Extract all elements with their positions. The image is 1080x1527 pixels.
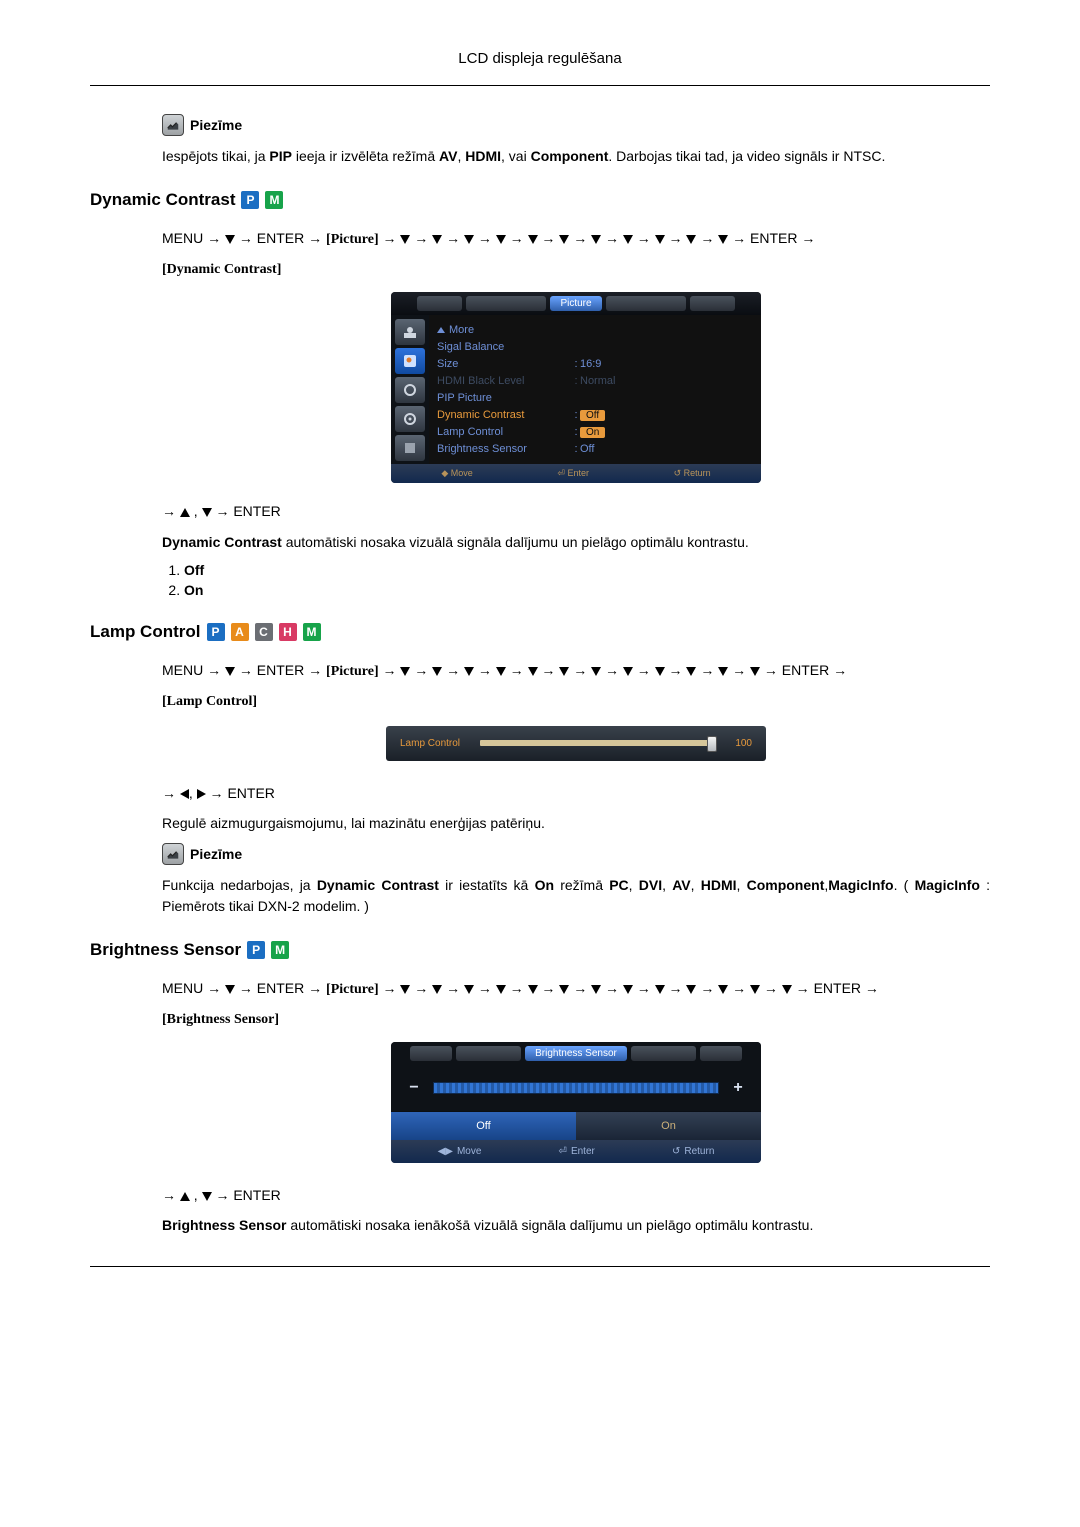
osd-side-icon	[395, 377, 425, 403]
nav-path-brightness-sensor: MENUENTER[Picture]ENTER [Brightness Sens…	[162, 974, 990, 1034]
osd-row: Size:16:9	[437, 355, 751, 372]
badge-m-icon: M	[265, 191, 283, 209]
note-label: Piezīme	[190, 846, 242, 862]
bs-title: Brightness Sensor	[525, 1046, 627, 1061]
dynamic-contrast-desc: Dynamic Contrast automātiski nosaka vizu…	[162, 532, 990, 552]
post-nav-dynamic-contrast: → , → ENTER	[162, 501, 990, 521]
badge-a-icon: A	[231, 623, 249, 641]
heading-brightness-sensor: Brightness Sensor P M	[90, 940, 990, 960]
bs-button-on: On	[576, 1111, 761, 1140]
badge-p-icon: P	[207, 623, 225, 641]
lamp-control-desc: Regulē aizmugurgaismojumu, lai mazinātu …	[162, 813, 990, 833]
post-nav-brightness-sensor: → , → ENTER	[162, 1185, 990, 1205]
post-nav-lamp-control: → , → ENTER	[162, 783, 990, 803]
lamp-control-note: Funkcija nedarbojas, ja Dynamic Contrast…	[162, 875, 990, 916]
lamp-slider-value: 100	[724, 738, 752, 749]
bs-plus-icon: +	[729, 1079, 747, 1097]
badge-c-icon: C	[255, 623, 273, 641]
osd-row: Brightness Sensor:Off	[437, 440, 751, 457]
osd-side-icon	[395, 435, 425, 461]
osd-row: Sigal Balance	[437, 338, 751, 355]
lamp-slider-thumb	[707, 736, 717, 752]
osd-more: More	[437, 321, 751, 338]
lamp-slider-track	[480, 740, 714, 746]
bs-slider-track	[433, 1082, 719, 1094]
nav-path-lamp-control: MENUENTER[Picture]ENTER [Lamp Control]	[162, 656, 990, 716]
nav-path-dynamic-contrast: MENUENTER[Picture]ENTER [Dynamic Contras…	[162, 224, 990, 284]
heading-dynamic-contrast: Dynamic Contrast P M	[90, 190, 990, 210]
osd-tab-picture: Picture	[550, 296, 601, 311]
badge-p-icon: P	[247, 941, 265, 959]
osd-row: HDMI Black Level:Normal	[437, 372, 751, 389]
intro-note-text: Iespējots tikai, ja PIP ieeja ir izvēlēt…	[162, 146, 990, 166]
osd-row: Lamp Control:On	[437, 423, 751, 440]
osd-side-icon	[395, 319, 425, 345]
osd-picture-menu: Picture More Sigal Balance Size:16:9 HDM…	[391, 292, 761, 483]
badge-m-icon: M	[271, 941, 289, 959]
page-header-title: LCD displeja regulēšana	[90, 40, 990, 85]
brightness-sensor-desc: Brightness Sensor automātiski nosaka ien…	[162, 1215, 990, 1235]
osd-row: PIP Picture	[437, 389, 751, 406]
osd-side-icon	[395, 406, 425, 432]
osd-row-selected: Dynamic Contrast:Off	[437, 406, 751, 423]
badge-h-icon: H	[279, 623, 297, 641]
badge-p-icon: P	[241, 191, 259, 209]
brightness-sensor-osd: Brightness Sensor − + Off On ◀▶Move ⏎Ent…	[391, 1042, 761, 1163]
header-rule	[90, 85, 990, 86]
lamp-control-slider: Lamp Control 100	[386, 726, 766, 761]
osd-footer: ◆ Move ⏎ Enter ↺ Return	[391, 464, 761, 483]
dynamic-contrast-options: Off On	[162, 562, 990, 598]
lamp-slider-label: Lamp Control	[400, 738, 470, 749]
bs-minus-icon: −	[405, 1079, 423, 1097]
heading-lamp-control: Lamp Control P A C H M	[90, 622, 990, 642]
footer-rule	[90, 1266, 990, 1267]
osd-sidebar	[391, 315, 429, 464]
badge-m-icon: M	[303, 623, 321, 641]
osd-side-picture-icon	[395, 348, 425, 374]
bs-button-off: Off	[391, 1111, 576, 1140]
bs-footer: ◀▶Move ⏎Enter ↺Return	[391, 1140, 761, 1163]
note-icon	[162, 843, 184, 865]
note-icon	[162, 114, 184, 136]
note-label: Piezīme	[190, 117, 242, 133]
